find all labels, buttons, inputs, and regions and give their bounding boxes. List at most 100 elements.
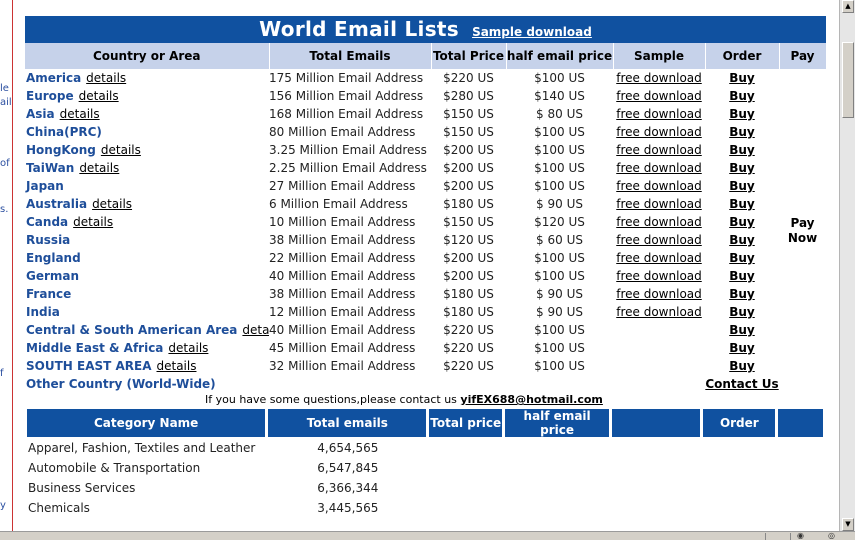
buy-link[interactable]: Buy (705, 249, 779, 267)
free-download-link[interactable]: free download (613, 177, 705, 195)
buy-link[interactable]: Buy (705, 321, 779, 339)
buy-link[interactable]: Buy (705, 141, 779, 159)
sidebar-fragment[interactable]: s. (0, 204, 8, 215)
free-download-link[interactable]: free download (613, 267, 705, 285)
total-price-cell: $220 US (443, 71, 494, 85)
free-download-link[interactable]: free download (613, 285, 705, 303)
total-emails-cell: 27 Million Email Address (269, 179, 416, 193)
country-name-link[interactable]: Europe (26, 89, 74, 103)
header-country: Country or Area (25, 43, 270, 69)
contact-us-link[interactable]: Contact Us (705, 375, 779, 393)
scroll-down-icon[interactable]: ▼ (842, 518, 854, 531)
pay-now-link[interactable]: Pay Now (779, 69, 826, 393)
header-total-price: Total Price (431, 43, 507, 69)
buy-link[interactable]: Buy (705, 231, 779, 249)
free-download-link[interactable]: free download (613, 213, 705, 231)
buy-link[interactable]: Buy (705, 159, 779, 177)
details-link[interactable]: details (79, 89, 119, 103)
vertical-scrollbar[interactable]: ▲ ▼ (839, 0, 855, 531)
sidebar-fragment[interactable]: f (0, 368, 4, 379)
country-name-link[interactable]: Central & South American Area (26, 323, 237, 337)
buy-link[interactable]: Buy (705, 213, 779, 231)
buy-link[interactable]: Buy (705, 339, 779, 357)
total-emails-cell: 40 Million Email Address (269, 269, 416, 283)
details-link[interactable]: details (79, 161, 119, 175)
country-cell: India (25, 303, 269, 321)
country-name-link[interactable]: SOUTH EAST AREA (26, 359, 152, 373)
total-emails-cell: 80 Million Email Address (269, 125, 416, 139)
country-name-link[interactable]: TaiWan (26, 161, 74, 175)
sidebar-fragment[interactable]: ail (0, 97, 12, 108)
table-row: France 38 Million Email Address $180 US $ 9… (25, 285, 826, 303)
empty-cell (429, 479, 503, 497)
details-link[interactable]: details (73, 215, 113, 229)
header-pay: Pay (779, 43, 827, 69)
free-download-link[interactable]: free download (613, 159, 705, 177)
details-link[interactable]: details (86, 71, 126, 85)
country-name-link[interactable]: Asia (26, 107, 55, 121)
total-price-cell: $220 US (443, 359, 494, 373)
sidebar-fragment[interactable]: le (0, 83, 9, 94)
buy-link[interactable]: Buy (705, 123, 779, 141)
free-download-link[interactable]: free download (613, 123, 705, 141)
sample-download-link[interactable]: Sample download (472, 25, 592, 39)
buy-link[interactable]: Buy (705, 267, 779, 285)
category-total-cell: 3,445,565 (317, 501, 379, 515)
buy-link[interactable]: Buy (705, 285, 779, 303)
details-link[interactable]: details (168, 341, 208, 355)
buy-link[interactable]: Buy (705, 69, 779, 87)
country-name-link[interactable]: America (26, 71, 81, 85)
free-download-link[interactable]: free download (613, 303, 705, 321)
country-name-link[interactable]: Japan (26, 179, 64, 193)
country-name-link[interactable]: Russia (26, 233, 70, 247)
country-cell: SOUTH EAST AREA details (25, 357, 269, 375)
sidebar-fragment[interactable]: of (0, 158, 10, 169)
total-price-cell: $150 US (443, 107, 494, 121)
free-download-link[interactable]: free download (613, 231, 705, 249)
free-download-link[interactable]: free download (613, 249, 705, 267)
sidebar-fragment[interactable]: y (0, 500, 6, 511)
table-row: TaiWan details 2.25 Million Email Address $… (25, 159, 826, 177)
country-name-link[interactable]: India (26, 305, 60, 319)
details-link[interactable]: details (157, 359, 197, 373)
details-link[interactable]: details (60, 107, 100, 121)
country-cell: TaiWan details (25, 159, 269, 177)
scroll-up-icon[interactable]: ▲ (842, 0, 854, 13)
scroll-thumb[interactable] (842, 42, 854, 118)
buy-link[interactable]: Buy (705, 105, 779, 123)
free-download-link[interactable]: free download (613, 141, 705, 159)
empty-cell (429, 499, 503, 517)
details-link[interactable]: details (101, 143, 141, 157)
free-download-link (613, 321, 705, 339)
buy-link[interactable]: Buy (705, 177, 779, 195)
main-content: World Email Lists Sample download Countr… (25, 16, 827, 519)
table-row: Asia details 168 Million Email Address $150… (25, 105, 826, 123)
total-emails-cell: 168 Million Email Address (269, 107, 424, 121)
country-name-link[interactable]: France (26, 287, 71, 301)
buy-link[interactable]: Buy (705, 87, 779, 105)
buy-link[interactable]: Buy (705, 303, 779, 321)
country-name-link[interactable]: HongKong (26, 143, 96, 157)
details-link[interactable]: details (242, 323, 269, 337)
free-download-link[interactable]: free download (613, 195, 705, 213)
free-download-link[interactable]: free download (613, 69, 705, 87)
half-price-cell: $100 US (534, 161, 585, 175)
country-name-link[interactable]: Other Country (World-Wide) (26, 377, 216, 391)
empty-cell (505, 439, 610, 457)
country-name-link[interactable]: China(PRC) (26, 125, 102, 139)
half-price-cell: $120 US (534, 215, 585, 229)
table-row: Australia details 6 Million Email Address $… (25, 195, 826, 213)
buy-link[interactable]: Buy (705, 195, 779, 213)
free-download-link[interactable]: free download (613, 105, 705, 123)
country-name-link[interactable]: Middle East & Africa (26, 341, 163, 355)
free-download-link[interactable]: free download (613, 87, 705, 105)
country-name-link[interactable]: England (26, 251, 81, 265)
details-link[interactable]: details (92, 197, 132, 211)
country-name-link[interactable]: Australia (26, 197, 87, 211)
contact-email-link[interactable]: yifEX688@hotmail.com (460, 393, 602, 406)
header-category-half: half email price (505, 409, 611, 437)
country-name-link[interactable]: Canda (26, 215, 68, 229)
buy-link[interactable]: Buy (705, 357, 779, 375)
status-divider (765, 533, 766, 540)
country-name-link[interactable]: German (26, 269, 79, 283)
